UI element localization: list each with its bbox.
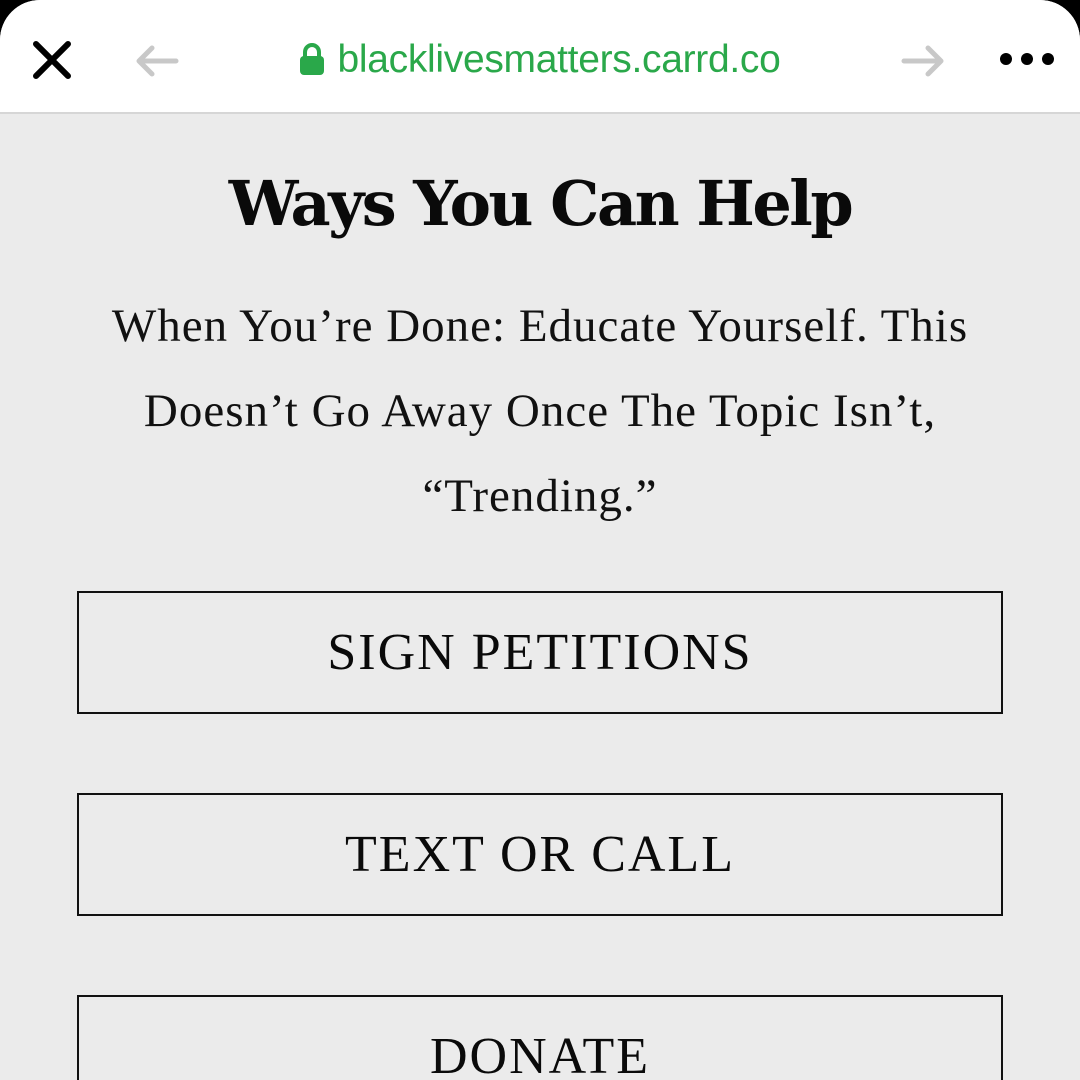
sign-petitions-button[interactable]: SIGN PETITIONS [77,591,1003,714]
more-dots-icon [1000,53,1054,65]
url-text: blacklivesmatters.carrd.co [337,38,781,81]
forward-button[interactable] [900,44,946,78]
page-content: Ways You Can Help When You’re Done: Educ… [0,116,1080,1080]
button-label: DONATE [430,1028,650,1080]
browser-toolbar: blacklivesmatters.carrd.co [0,0,1080,114]
text-or-call-button[interactable]: TEXT OR CALL [77,793,1003,916]
donate-button[interactable]: DONATE [77,995,1003,1080]
lock-icon [300,43,325,75]
more-options-button[interactable] [998,48,1058,70]
close-button[interactable] [30,38,74,82]
button-label: TEXT OR CALL [345,826,735,883]
page-title: Ways You Can Help [228,167,854,240]
address-bar[interactable]: blacklivesmatters.carrd.co [200,30,880,90]
close-icon [33,41,71,79]
arrow-right-icon [901,45,944,77]
phone-screen: blacklivesmatters.carrd.co Ways You Can … [0,0,1080,1080]
page-subtitle: When You’re Done: Educate Yourself. This… [111,300,969,522]
arrow-left-icon [136,45,179,77]
back-button[interactable] [134,44,180,78]
button-label: SIGN PETITIONS [327,624,753,681]
